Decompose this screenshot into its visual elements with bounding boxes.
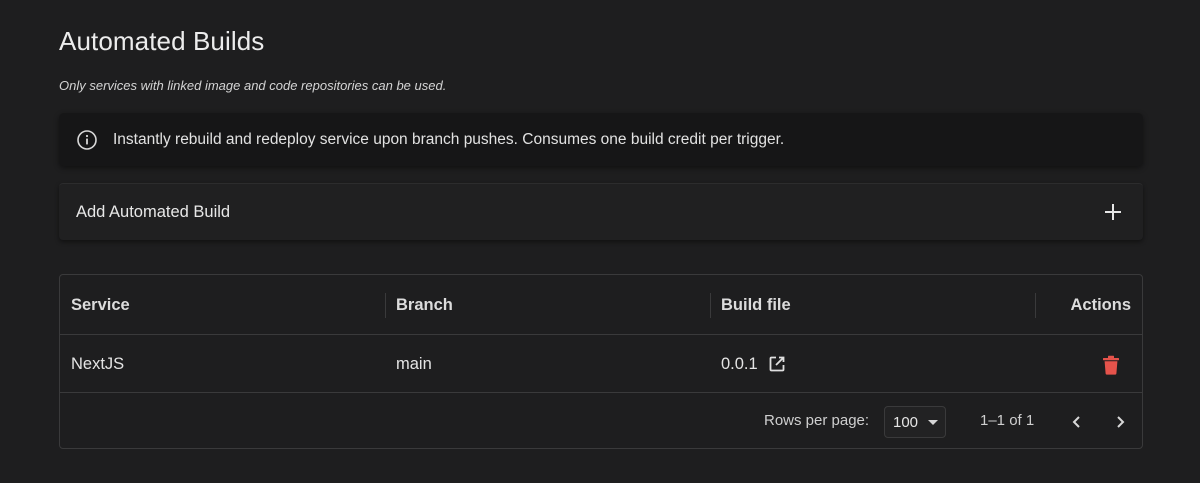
- cell-branch: main: [396, 355, 432, 373]
- next-page-button[interactable]: [1107, 409, 1133, 435]
- rows-per-page-value: 100: [893, 413, 919, 431]
- column-separator[interactable]: [1035, 293, 1036, 318]
- page-subtitle: Only services with linked image and code…: [59, 78, 447, 93]
- plus-icon[interactable]: [1102, 201, 1124, 223]
- cell-service: NextJS: [71, 355, 125, 373]
- column-header-service[interactable]: Service: [71, 275, 130, 335]
- cell-build-file: 0.0.1: [721, 335, 787, 393]
- automated-builds-page: Automated Builds Only services with link…: [0, 0, 1200, 483]
- build-file-version: 0.0.1: [721, 355, 758, 373]
- add-automated-build-accordion[interactable]: Add Automated Build: [59, 183, 1143, 240]
- table-pagination: Rows per page: 100 1–1 of 1: [60, 393, 1142, 449]
- add-automated-build-label: Add Automated Build: [76, 202, 231, 221]
- info-banner: Instantly rebuild and redeploy service u…: [59, 113, 1143, 166]
- page-title: Automated Builds: [59, 26, 265, 56]
- column-header-actions: Actions: [1070, 296, 1131, 314]
- column-header-build-file[interactable]: Build file: [721, 275, 791, 335]
- info-banner-text: Instantly rebuild and redeploy service u…: [113, 130, 785, 148]
- rows-per-page-select[interactable]: 100: [884, 406, 946, 438]
- rows-per-page-label: Rows per page:: [764, 412, 870, 429]
- table-header: Service Branch Build file Actions: [60, 275, 1142, 335]
- chevron-right-icon: [1117, 416, 1125, 428]
- column-separator[interactable]: [710, 293, 711, 318]
- pagination-range: 1–1 of 1: [980, 412, 1035, 429]
- table-row[interactable]: NextJS main 0.0.1: [60, 335, 1142, 393]
- column-header-branch[interactable]: Branch: [396, 275, 453, 335]
- info-circle-icon: [76, 129, 98, 151]
- automated-builds-table: Service Branch Build file Actions NextJS…: [59, 274, 1143, 449]
- column-separator[interactable]: [385, 293, 386, 318]
- chevron-left-icon: [1072, 416, 1080, 428]
- caret-down-icon: [928, 420, 938, 425]
- trash-icon: [1102, 355, 1120, 375]
- delete-build-button[interactable]: [1099, 353, 1123, 377]
- previous-page-button[interactable]: [1064, 409, 1090, 435]
- open-external-icon[interactable]: [767, 354, 787, 374]
